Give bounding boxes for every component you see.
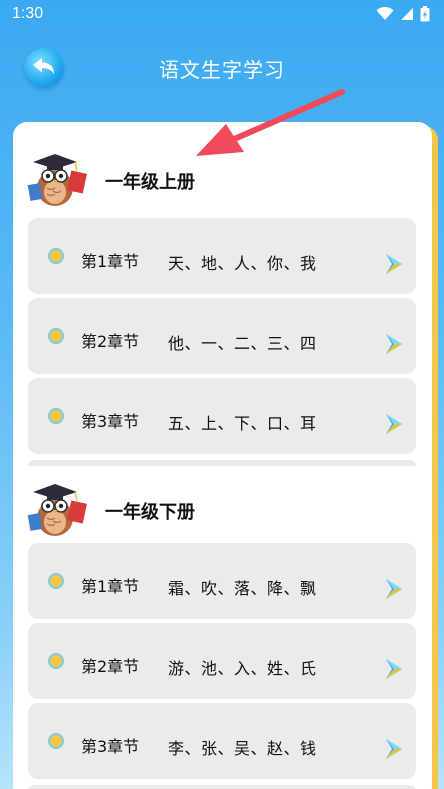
section-header: 一年级下册	[13, 474, 432, 544]
chapter-row[interactable]: 第2章节 游、池、入、姓、氏	[28, 623, 416, 699]
chapter-label: 第2章节	[81, 332, 140, 351]
chapter-label: 第3章节	[81, 737, 140, 756]
chapter-label: 第3章节	[81, 412, 140, 431]
chapter-row[interactable]: 第3章节 五、上、下、口、耳	[28, 378, 416, 454]
content-card: 一年级上册 第1章节 天、地、人、你、我 第2章节 他、一、二、三、四 第3章节…	[13, 122, 432, 789]
chapter-label: 第1章节	[81, 577, 140, 596]
chevron-right-icon	[386, 579, 402, 599]
chapter-row[interactable]: 第1章节 霜、吹、落、降、飘	[28, 543, 416, 619]
status-bar: 1:30	[0, 0, 444, 28]
section-header: 一年级上册	[13, 144, 432, 214]
chevron-right-icon	[386, 739, 402, 759]
chevron-right-icon	[386, 414, 402, 434]
bullet-dot-icon	[48, 573, 64, 589]
chapter-words: 五、上、下、口、耳	[168, 414, 317, 433]
chapter-words: 天、地、人、你、我	[168, 254, 317, 273]
chapter-row-partial	[28, 460, 416, 466]
chapter-label: 第2章节	[81, 657, 140, 676]
section-grade1-vol2: 一年级下册	[13, 474, 432, 544]
chapter-words: 游、池、入、姓、氏	[168, 659, 317, 678]
bullet-dot-icon	[48, 408, 64, 424]
chapter-row[interactable]: 第2章节 他、一、二、三、四	[28, 298, 416, 374]
battery-icon	[420, 6, 430, 22]
status-time: 1:30	[12, 5, 44, 22]
chapter-label: 第1章节	[81, 252, 140, 271]
section-grade1-vol1: 一年级上册	[13, 144, 432, 214]
chapter-words: 霜、吹、落、降、飘	[168, 579, 317, 598]
wifi-icon	[376, 7, 394, 20]
page-title: 语文生字学习	[159, 58, 285, 82]
chevron-right-icon	[386, 334, 402, 354]
bullet-dot-icon	[48, 328, 64, 344]
section-title: 一年级下册	[105, 502, 195, 523]
chevron-right-icon	[386, 659, 402, 679]
app-header: 语文生字学习	[0, 40, 444, 96]
bullet-dot-icon	[48, 248, 64, 264]
bullet-dot-icon	[48, 733, 64, 749]
signal-icon	[401, 8, 413, 20]
bullet-dot-icon	[48, 653, 64, 669]
chapter-words: 他、一、二、三、四	[168, 334, 317, 353]
section-title: 一年级上册	[105, 172, 195, 193]
chapter-row[interactable]: 第3章节 李、张、吴、赵、钱	[28, 703, 416, 779]
chevron-right-icon	[386, 254, 402, 274]
owl-mascot-icon	[27, 154, 87, 206]
chapter-row[interactable]: 第1章节 天、地、人、你、我	[28, 218, 416, 294]
owl-mascot-icon	[27, 484, 87, 536]
chapter-words: 李、张、吴、赵、钱	[168, 739, 317, 758]
status-icons	[376, 6, 430, 22]
chapter-row-partial	[28, 785, 416, 789]
